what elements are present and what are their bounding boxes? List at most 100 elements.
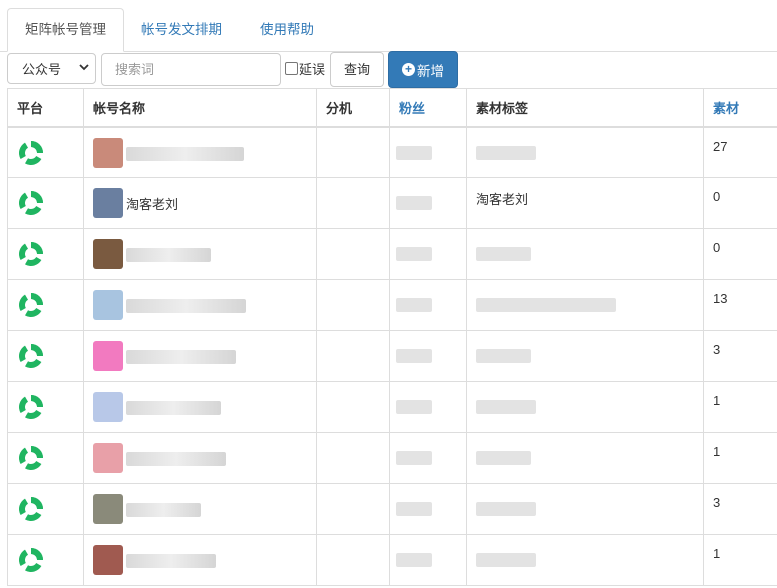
- col-extension: 分机: [316, 88, 390, 128]
- table-row[interactable]: 1: [7, 432, 777, 484]
- fans-cell: [389, 432, 467, 484]
- account-cell[interactable]: [83, 432, 317, 484]
- account-name-redacted: [126, 503, 201, 517]
- material-tag-cell: [466, 483, 704, 535]
- account-name: 淘客老刘: [126, 197, 179, 212]
- material-tag-cell: [466, 228, 704, 280]
- avatar: [93, 239, 123, 269]
- extension-cell: [316, 279, 390, 331]
- account-cell[interactable]: [83, 483, 317, 535]
- platform-cell: [7, 330, 84, 382]
- extension-cell: [316, 177, 390, 229]
- material-tag-cell: [466, 381, 704, 433]
- query-button[interactable]: 查询: [330, 52, 384, 87]
- material-tag-cell: [466, 330, 704, 382]
- col-material[interactable]: 素材: [703, 88, 777, 128]
- material-tag-redacted: [476, 349, 531, 363]
- material-tag-redacted: [476, 247, 531, 261]
- material-count: 13: [703, 279, 777, 331]
- table-row[interactable]: 淘客老刘 淘客老刘 0: [7, 177, 777, 229]
- add-button[interactable]: + 新增: [388, 51, 458, 88]
- account-name-redacted: [126, 401, 221, 415]
- account-name-redacted: [126, 248, 211, 262]
- material-count: 0: [703, 177, 777, 229]
- account-name-redacted: [126, 299, 246, 313]
- account-name-redacted: [126, 146, 244, 161]
- fans-cell: [389, 177, 467, 229]
- platform-cell: [7, 126, 84, 178]
- fans-redacted: [396, 145, 432, 160]
- account-cell[interactable]: [83, 381, 317, 433]
- avatar: [93, 137, 123, 168]
- table-row[interactable]: 1: [7, 534, 777, 586]
- extension-cell: [316, 432, 390, 484]
- platform-cell: [7, 381, 84, 433]
- table-row[interactable]: 3: [7, 483, 777, 535]
- extension-cell: [316, 228, 390, 280]
- account-cell[interactable]: [83, 330, 317, 382]
- account-name-redacted: [126, 350, 236, 364]
- account-cell[interactable]: [83, 534, 317, 586]
- table-row[interactable]: 13: [7, 279, 777, 331]
- account-cell[interactable]: [83, 279, 317, 331]
- fans-cell: [389, 330, 467, 382]
- table-row[interactable]: 27: [7, 126, 777, 178]
- platform-cell: [7, 483, 84, 535]
- material-tag-cell: [466, 534, 704, 586]
- tab-schedule[interactable]: 帐号发文排期: [141, 9, 222, 50]
- material-tag-cell: [466, 279, 704, 331]
- table-row[interactable]: 0: [7, 228, 777, 280]
- fans-redacted: [396, 247, 432, 261]
- table-header-row: 平台 帐号名称 分机 粉丝 素材标签 素材: [7, 88, 777, 128]
- tab-help[interactable]: 使用帮助: [260, 9, 314, 50]
- material-tag-redacted: [476, 298, 616, 312]
- account-cell[interactable]: [83, 126, 317, 178]
- extension-cell: [316, 483, 390, 535]
- fans-redacted: [396, 196, 432, 210]
- avatar: [93, 443, 123, 473]
- platform-cell: [7, 432, 84, 484]
- avatar: [93, 188, 123, 218]
- col-fans[interactable]: 粉丝: [389, 88, 467, 128]
- fans-cell: [389, 381, 467, 433]
- extension-cell: [316, 330, 390, 382]
- tab-bar: 矩阵帐号管理 帐号发文排期 使用帮助: [0, 0, 777, 52]
- platform-select-value: 公众号: [22, 62, 62, 77]
- avatar: [93, 545, 123, 575]
- table-row[interactable]: 1: [7, 381, 777, 433]
- material-tag-redacted: [476, 553, 536, 567]
- table-row[interactable]: 3: [7, 330, 777, 382]
- avatar: [93, 290, 123, 320]
- tab-matrix-accounts[interactable]: 矩阵帐号管理: [7, 8, 124, 52]
- material-tag-redacted: [476, 145, 536, 160]
- accounts-table: 平台 帐号名称 分机 粉丝 素材标签 素材 27 淘客老刘 淘客老刘 0 0 13 3 1 1 3…: [7, 88, 777, 586]
- platform-select[interactable]: 公众号: [7, 53, 96, 84]
- account-cell[interactable]: [83, 228, 317, 280]
- platform-cell: [7, 534, 84, 586]
- extension-cell: [316, 381, 390, 433]
- account-name-redacted: [126, 554, 216, 568]
- material-tag-cell: [466, 432, 704, 484]
- avatar: [93, 494, 123, 524]
- fans-cell: [389, 534, 467, 586]
- extension-cell: [316, 126, 390, 178]
- account-name-redacted: [126, 452, 226, 466]
- account-cell[interactable]: 淘客老刘: [83, 177, 317, 229]
- material-count: 27: [703, 126, 777, 178]
- add-button-label: 新增: [417, 63, 444, 79]
- material-tag-cell: [466, 126, 704, 178]
- material-tag-cell: 淘客老刘: [466, 177, 704, 229]
- search-input[interactable]: 搜索词: [101, 53, 281, 86]
- material-tag-redacted: [476, 451, 531, 465]
- checkbox-box[interactable]: [285, 62, 298, 75]
- fans-redacted: [396, 400, 432, 414]
- delay-checkbox-label: 延误: [299, 62, 326, 77]
- material-count: 1: [703, 381, 777, 433]
- delay-checkbox[interactable]: 延误: [285, 59, 325, 78]
- platform-cell: [7, 177, 84, 229]
- plus-circle-icon: +: [402, 63, 415, 76]
- fans-redacted: [396, 451, 432, 465]
- material-count: 1: [703, 432, 777, 484]
- fans-redacted: [396, 553, 432, 567]
- extension-cell: [316, 534, 390, 586]
